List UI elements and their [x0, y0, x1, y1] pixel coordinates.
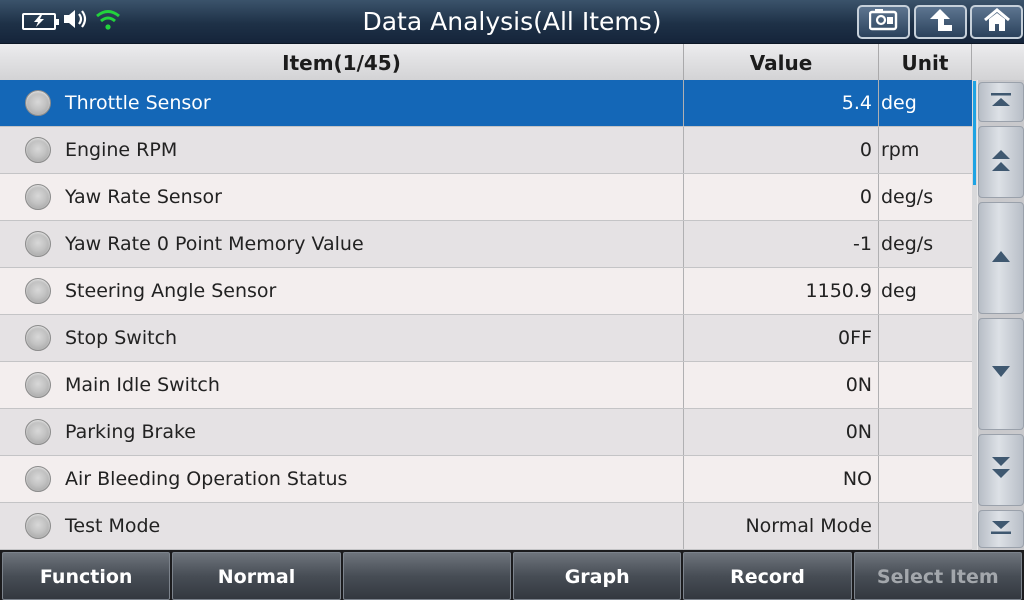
back-arrow-icon	[928, 8, 954, 36]
table-row[interactable]: Steering Angle Sensor 1150.9 deg	[0, 268, 972, 315]
table-row[interactable]: Stop Switch 0FF	[0, 315, 972, 362]
status-icons	[22, 8, 124, 34]
item-value: 0	[684, 127, 879, 173]
home-icon	[983, 8, 1010, 36]
double-chevron-up-icon	[989, 147, 1013, 177]
radio-button[interactable]	[25, 137, 51, 163]
item-unit	[879, 362, 972, 408]
row-item-cell: Yaw Rate 0 Point Memory Value	[0, 221, 684, 267]
radio-button[interactable]	[25, 184, 51, 210]
table-row[interactable]: Test Mode Normal Mode	[0, 503, 972, 550]
back-button[interactable]	[914, 5, 967, 39]
table-row[interactable]: Main Idle Switch 0N	[0, 362, 972, 409]
wifi-icon	[96, 7, 124, 35]
item-unit: deg	[879, 268, 972, 314]
column-header-item: Item(1/45)	[0, 44, 684, 80]
item-unit: deg	[879, 80, 972, 126]
scroll-controls	[978, 80, 1024, 550]
item-name: Steering Angle Sensor	[65, 280, 277, 302]
page-down-button[interactable]	[978, 434, 1024, 506]
item-value: 0	[684, 174, 879, 220]
radio-button[interactable]	[25, 419, 51, 445]
item-value: 0FF	[684, 315, 879, 361]
row-item-cell: Air Bleeding Operation Status	[0, 456, 684, 502]
radio-button[interactable]	[25, 513, 51, 539]
scroll-up-button[interactable]	[978, 202, 1024, 314]
item-name: Stop Switch	[65, 327, 178, 349]
chevron-up-icon	[989, 248, 1013, 268]
battery-charging-icon	[22, 12, 59, 30]
item-value: Normal Mode	[684, 503, 879, 549]
item-unit	[879, 409, 972, 455]
home-button[interactable]	[970, 5, 1023, 39]
item-name: Air Bleeding Operation Status	[65, 468, 348, 490]
item-value: 1150.9	[684, 268, 879, 314]
row-item-cell: Throttle Sensor	[0, 80, 684, 126]
speaker-icon	[62, 7, 90, 35]
function-bar: Function Normal Graph Record Select Item	[0, 550, 1024, 600]
screenshot-button[interactable]	[857, 5, 910, 39]
radio-button[interactable]	[25, 372, 51, 398]
row-item-cell: Engine RPM	[0, 127, 684, 173]
item-name: Main Idle Switch	[65, 374, 220, 396]
row-item-cell: Parking Brake	[0, 409, 684, 455]
table-header: Item(1/45) Value Unit	[0, 44, 1024, 80]
select-item-button: Select Item	[853, 552, 1022, 600]
radio-button[interactable]	[25, 466, 51, 492]
row-item-cell: Yaw Rate Sensor	[0, 174, 684, 220]
item-value: 0N	[684, 409, 879, 455]
radio-button[interactable]	[25, 90, 51, 116]
scroll-to-top-button[interactable]	[978, 82, 1024, 122]
record-button[interactable]: Record	[683, 552, 852, 600]
table-row[interactable]: Yaw Rate 0 Point Memory Value -1 deg/s	[0, 221, 972, 268]
item-unit: rpm	[879, 127, 972, 173]
graph-button[interactable]: Graph	[512, 552, 682, 600]
table-row[interactable]: Air Bleeding Operation Status NO	[0, 456, 972, 503]
item-name: Throttle Sensor	[65, 92, 211, 114]
row-item-cell: Steering Angle Sensor	[0, 268, 684, 314]
screenshot-icon	[868, 9, 899, 35]
column-header-unit: Unit	[879, 44, 972, 80]
title-bar: Data Analysis(All Items)	[0, 0, 1024, 44]
item-unit: deg/s	[879, 221, 972, 267]
item-value: 0N	[684, 362, 879, 408]
chevron-down-icon	[989, 364, 1013, 384]
item-unit	[879, 503, 972, 549]
scroll-down-button[interactable]	[978, 318, 1024, 430]
page-up-button[interactable]	[978, 126, 1024, 198]
scroll-top-icon	[989, 92, 1013, 112]
table-row[interactable]: Throttle Sensor 5.4 deg	[0, 80, 972, 127]
column-header-blank	[972, 44, 1024, 80]
column-header-value: Value	[684, 44, 879, 80]
item-value: NO	[684, 456, 879, 502]
row-item-cell: Test Mode	[0, 503, 684, 549]
table-row[interactable]: Yaw Rate Sensor 0 deg/s	[0, 174, 972, 221]
item-value: 5.4	[684, 80, 879, 126]
double-chevron-down-icon	[989, 455, 1013, 485]
item-unit	[879, 456, 972, 502]
radio-button[interactable]	[25, 231, 51, 257]
normal-button[interactable]: Normal	[172, 552, 341, 600]
page-title: Data Analysis(All Items)	[362, 7, 662, 36]
scroll-bottom-icon	[989, 519, 1013, 539]
table-row[interactable]: Parking Brake 0N	[0, 409, 972, 456]
item-name: Test Mode	[65, 515, 161, 537]
scroll-to-bottom-button[interactable]	[978, 510, 1024, 548]
row-item-cell: Main Idle Switch	[0, 362, 684, 408]
data-table: Throttle Sensor 5.4 deg Engine RPM 0 rpm…	[0, 80, 972, 550]
item-name: Yaw Rate Sensor	[65, 186, 222, 208]
function-button[interactable]: Function	[2, 552, 171, 600]
empty-button[interactable]	[342, 552, 511, 600]
scrollbar-thumb[interactable]	[973, 81, 976, 185]
item-name: Yaw Rate 0 Point Memory Value	[65, 233, 364, 255]
table-row[interactable]: Engine RPM 0 rpm	[0, 127, 972, 174]
item-value: -1	[684, 221, 879, 267]
radio-button[interactable]	[25, 325, 51, 351]
radio-button[interactable]	[25, 278, 51, 304]
item-name: Parking Brake	[65, 421, 196, 443]
item-name: Engine RPM	[65, 139, 178, 161]
item-unit	[879, 315, 972, 361]
item-unit: deg/s	[879, 174, 972, 220]
row-item-cell: Stop Switch	[0, 315, 684, 361]
